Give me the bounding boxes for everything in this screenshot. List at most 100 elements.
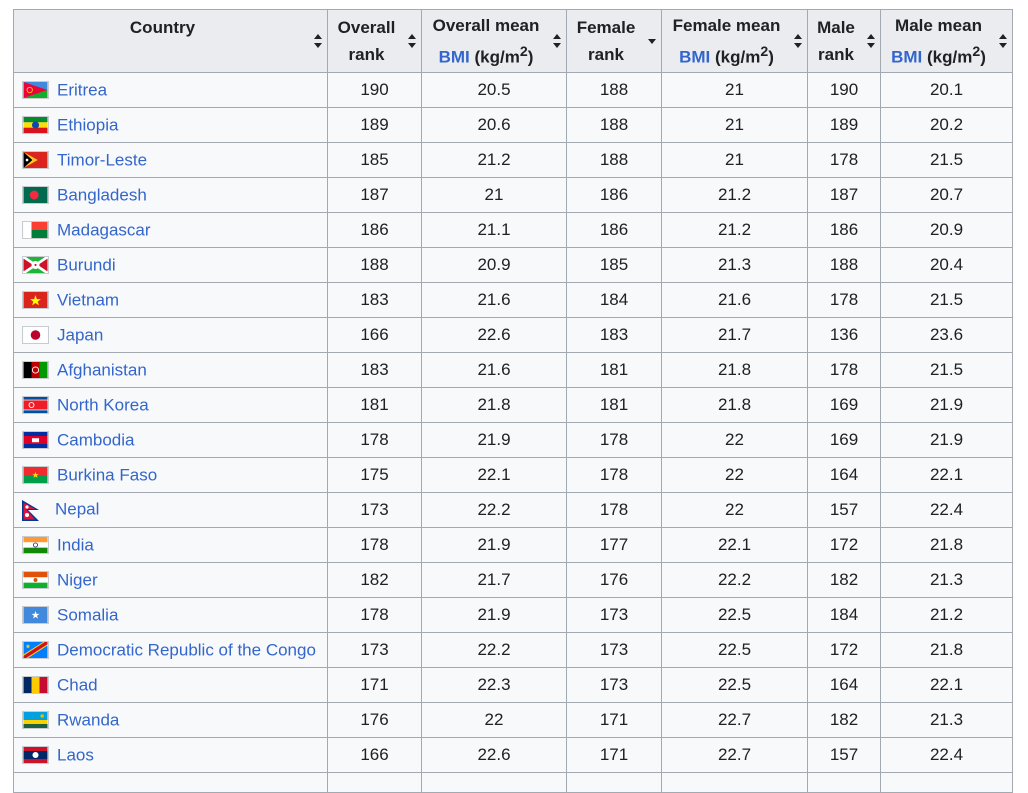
header-unit: BMI (kg/m2): [891, 43, 986, 67]
country-link[interactable]: Laos: [57, 745, 94, 764]
female-rank-cell: 185: [566, 247, 662, 283]
country-link[interactable]: North Korea: [57, 395, 149, 414]
overall-mean-cell: 21.6: [421, 282, 567, 318]
female-mean-cell: 21.3: [661, 247, 808, 283]
bmi-link[interactable]: BMI: [439, 47, 470, 66]
header-overall-rank[interactable]: Overall rank: [327, 9, 422, 73]
header-female-rank[interactable]: Female rank: [566, 9, 662, 73]
burundi-flag-icon[interactable]: [22, 256, 49, 275]
nepal-flag-icon[interactable]: [22, 499, 40, 521]
timor-leste-flag-icon[interactable]: [22, 151, 49, 170]
header-country[interactable]: Country: [13, 9, 328, 73]
vietnam-flag-icon[interactable]: [22, 291, 49, 310]
header-unit: BMI (kg/m2): [679, 43, 774, 67]
laos-flag-icon[interactable]: [22, 746, 49, 765]
country-link[interactable]: Vietnam: [57, 290, 119, 309]
overall-rank-cell: 173: [327, 632, 422, 668]
bmi-link[interactable]: BMI: [891, 47, 922, 66]
country-cell: Nepal: [13, 492, 328, 528]
country-link[interactable]: Democratic Republic of the Congo: [57, 640, 316, 659]
country-link[interactable]: Afghanistan: [57, 360, 147, 379]
male-rank-cell: 188: [807, 247, 881, 283]
male-rank-cell: 157: [807, 737, 881, 773]
burkina-faso-flag-icon[interactable]: [22, 466, 49, 485]
country-link[interactable]: Niger: [57, 570, 98, 589]
female-mean-cell: 21.2: [661, 212, 808, 248]
male-rank-cell: 172: [807, 527, 881, 563]
male-mean-cell: 21.5: [880, 352, 1013, 388]
country-link[interactable]: Bangladesh: [57, 185, 147, 204]
empty-cell: [566, 772, 662, 793]
overall-rank-cell: 178: [327, 597, 422, 633]
drc-flag-icon[interactable]: [22, 641, 49, 660]
country-link[interactable]: Burkina Faso: [57, 465, 157, 484]
country-link[interactable]: Cambodia: [57, 430, 135, 449]
eritrea-flag-icon[interactable]: [22, 81, 49, 100]
female-mean-cell: 22.5: [661, 632, 808, 668]
country-link[interactable]: Japan: [57, 325, 103, 344]
country-cell: Bangladesh: [13, 177, 328, 213]
niger-flag-icon[interactable]: [22, 571, 49, 590]
india-flag-icon[interactable]: [22, 536, 49, 555]
male-rank-cell: 136: [807, 317, 881, 353]
overall-rank-cell: 166: [327, 737, 422, 773]
bmi-link[interactable]: BMI: [679, 47, 710, 66]
overall-mean-cell: 21.2: [421, 142, 567, 178]
north-korea-flag-icon[interactable]: [22, 396, 49, 415]
somalia-flag-icon[interactable]: [22, 606, 49, 625]
sort-icon[interactable]: [314, 33, 322, 49]
country-link[interactable]: Rwanda: [57, 710, 119, 729]
country-link[interactable]: Nepal: [55, 500, 99, 519]
country-link[interactable]: Timor-Leste: [57, 150, 147, 169]
header-overall-mean-bmi[interactable]: Overall mean BMI (kg/m2): [421, 9, 567, 73]
header-female-mean-bmi[interactable]: Female mean BMI (kg/m2): [661, 9, 808, 73]
country-link[interactable]: Eritrea: [57, 80, 107, 99]
bangladesh-flag-icon[interactable]: [22, 186, 49, 205]
sort-icon[interactable]: [999, 33, 1007, 49]
country-cell: Burundi: [13, 247, 328, 283]
sort-icon[interactable]: [867, 33, 875, 49]
male-mean-cell: 22.4: [880, 492, 1013, 528]
header-label: Overall mean: [432, 15, 540, 35]
sort-icon[interactable]: [794, 33, 802, 49]
sort-descending-icon[interactable]: [648, 33, 656, 49]
female-rank-cell: 176: [566, 562, 662, 598]
female-mean-cell: 21.8: [661, 352, 808, 388]
country-cell: North Korea: [13, 387, 328, 423]
japan-flag-icon[interactable]: [22, 326, 49, 345]
male-rank-cell: 186: [807, 212, 881, 248]
country-cell: Afghanistan: [13, 352, 328, 388]
female-rank-cell: 178: [566, 422, 662, 458]
country-link[interactable]: Ethiopia: [57, 115, 118, 134]
header-label: Country: [129, 18, 196, 37]
male-mean-cell: 21.8: [880, 632, 1013, 668]
sort-icon[interactable]: [408, 33, 416, 49]
country-cell: Niger: [13, 562, 328, 598]
country-link[interactable]: Somalia: [57, 605, 118, 624]
chad-flag-icon[interactable]: [22, 676, 49, 695]
header-male-rank[interactable]: Male rank: [807, 9, 881, 73]
country-link[interactable]: India: [57, 535, 94, 554]
header-unit: BMI (kg/m2): [438, 43, 534, 67]
afghanistan-flag-icon[interactable]: [22, 361, 49, 380]
female-rank-cell: 173: [566, 667, 662, 703]
table-row: Laos 166 22.6 171 22.7 157 22.4: [13, 737, 1013, 773]
table-row: Somalia 178 21.9 173 22.5 184 21.2: [13, 597, 1013, 633]
overall-rank-cell: 185: [327, 142, 422, 178]
country-link[interactable]: Chad: [57, 675, 98, 694]
rwanda-flag-icon[interactable]: [22, 711, 49, 730]
male-mean-cell: 21.3: [880, 562, 1013, 598]
table-row: Niger 182 21.7 176 22.2 182 21.3: [13, 562, 1013, 598]
country-link[interactable]: Burundi: [57, 255, 116, 274]
male-mean-cell: 20.2: [880, 107, 1013, 143]
male-mean-cell: 21.3: [880, 702, 1013, 738]
male-mean-cell: 22.4: [880, 737, 1013, 773]
female-rank-cell: 177: [566, 527, 662, 563]
madagascar-flag-icon[interactable]: [22, 221, 49, 240]
country-link[interactable]: Madagascar: [57, 220, 151, 239]
cambodia-flag-icon[interactable]: [22, 431, 49, 450]
ethiopia-flag-icon[interactable]: [22, 116, 49, 135]
sort-icon[interactable]: [553, 33, 561, 49]
male-rank-cell: 157: [807, 492, 881, 528]
header-male-mean-bmi[interactable]: Male mean BMI (kg/m2): [880, 9, 1013, 73]
